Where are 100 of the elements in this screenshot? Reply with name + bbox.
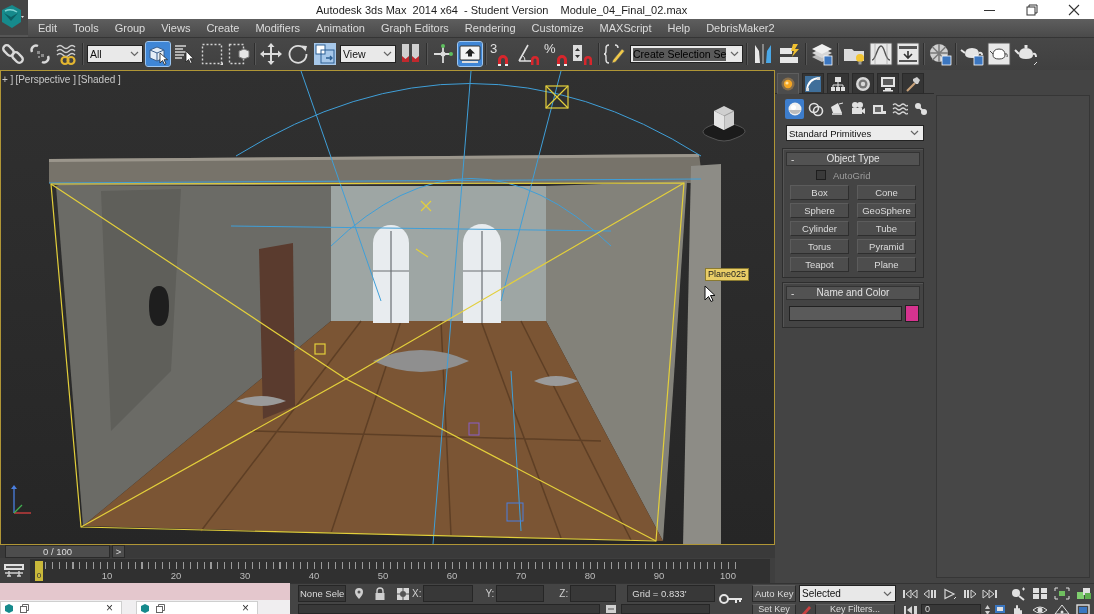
primitive-button[interactable]: Tube (857, 221, 916, 236)
snap-toggle[interactable]: 3 (490, 42, 514, 66)
primitive-button[interactable]: Pyramid (857, 239, 916, 254)
go-to-end-icon[interactable] (982, 587, 998, 600)
viewport-label[interactable]: [Perspective ] (15, 74, 76, 86)
key-mode-dropdown[interactable]: Selected (799, 585, 896, 602)
primitive-button[interactable]: Sphere (790, 203, 849, 218)
primitive-button[interactable]: GeoSphere (857, 203, 916, 218)
key-filters-button[interactable]: Key Filters... (815, 604, 895, 614)
menu-item[interactable]: Animation (316, 21, 365, 35)
menu-item[interactable]: DebrisMaker2 (706, 21, 775, 35)
key-icon[interactable] (719, 593, 743, 605)
menu-item[interactable]: Graph Editors (380, 21, 449, 35)
panel-tab[interactable] (802, 73, 824, 94)
coordinate-field[interactable] (570, 585, 617, 602)
collapse-toggle[interactable]: - (787, 153, 801, 165)
name-field[interactable] (789, 306, 902, 321)
viewport-label[interactable]: [Shaded ] (78, 74, 121, 86)
spinner-icon[interactable] (984, 604, 991, 614)
current-frame-marker[interactable]: 0 (35, 560, 43, 581)
panel-tab[interactable] (877, 73, 899, 94)
snap-toggle[interactable]: % (544, 42, 568, 66)
time-tag-field[interactable] (621, 604, 710, 614)
layers-icon[interactable] (810, 42, 835, 66)
wave-chain-icon[interactable] (55, 42, 79, 66)
close-icon[interactable] (1066, 3, 1082, 16)
rotate-icon[interactable] (286, 42, 310, 66)
selection-filter-dropdown[interactable]: All (87, 45, 143, 63)
primitive-button[interactable]: Teapot (790, 257, 849, 272)
panel-tab[interactable] (902, 73, 924, 94)
download-panel-icon[interactable] (896, 42, 921, 66)
menu-item[interactable]: Tools (72, 21, 99, 35)
triangle-icon[interactable] (1054, 604, 1070, 614)
close-button[interactable]: × (242, 602, 249, 614)
zoom-icon[interactable] (1010, 586, 1026, 601)
menu-item[interactable]: Rendering (464, 21, 516, 35)
teapot-icon[interactable] (1014, 42, 1039, 66)
checkbox[interactable] (816, 170, 826, 180)
go-to-start-icon[interactable] (902, 587, 918, 600)
pin-icon[interactable] (354, 587, 364, 600)
lock-icon[interactable] (374, 587, 386, 600)
viewport[interactable]: + ] [Perspective ] [Shaded ] Plane025 (0, 70, 775, 545)
primitive-button[interactable]: Cylinder (790, 221, 849, 236)
auto-key-button[interactable]: Auto Key (752, 585, 796, 602)
screen-icon[interactable] (994, 604, 1006, 614)
set-key-button[interactable]: Set Key (752, 604, 796, 614)
zoom-extents-icon[interactable] (1054, 587, 1070, 600)
move-icon[interactable] (259, 42, 283, 66)
panel-tab[interactable] (827, 73, 849, 94)
four-squares-icon[interactable] (1032, 587, 1048, 600)
close-button[interactable]: × (106, 602, 113, 614)
primitive-button[interactable]: Box (790, 185, 849, 200)
category-button[interactable] (785, 99, 804, 119)
object-class-dropdown[interactable]: Standard Primitives (786, 125, 924, 141)
window-thumbnail[interactable]: × (136, 601, 258, 614)
braces-pencil-icon[interactable] (603, 42, 627, 66)
panel-tab[interactable] (852, 73, 874, 94)
step-back-icon[interactable] (903, 604, 918, 614)
coordinate-field[interactable] (496, 585, 545, 602)
teapot-frame-icon[interactable] (987, 42, 1012, 66)
slider-box-icon[interactable] (3, 562, 25, 579)
time-slider-thumb[interactable]: 0 / 100 (5, 545, 110, 558)
color-swatch[interactable] (905, 305, 919, 322)
frame-field[interactable]: 0 (921, 604, 981, 614)
spinner-magnet-icon[interactable] (571, 42, 595, 66)
play-icon[interactable] (942, 587, 958, 600)
next-frame-button[interactable]: > (112, 545, 125, 558)
curve-graph-icon[interactable] (869, 42, 894, 66)
primitive-button[interactable]: Plane (857, 257, 916, 272)
restore-icon[interactable] (1024, 3, 1040, 16)
stacked-squares-icon[interactable] (1076, 587, 1092, 600)
dashed-rectangle-icon[interactable] (200, 42, 224, 66)
menu-item[interactable]: MAXScript (599, 21, 652, 35)
checker-sphere-icon[interactable] (928, 42, 953, 66)
menu-item[interactable]: Group (114, 21, 146, 35)
dashed-rectangle-cube-icon[interactable] (227, 42, 251, 66)
collapse-toggle[interactable]: - (787, 287, 801, 299)
eye-icon[interactable] (1032, 604, 1048, 614)
primitive-button[interactable]: Torus (790, 239, 849, 254)
viewport-label[interactable]: + ] (2, 74, 14, 86)
previous-frame-icon[interactable] (922, 587, 938, 600)
resize-squares-icon[interactable] (313, 42, 337, 66)
angle-magnet-icon[interactable] (517, 42, 541, 66)
menu-item[interactable]: Views (161, 21, 191, 35)
cube-cursor-icon[interactable] (146, 42, 170, 66)
window-thumbnail[interactable]: × (0, 601, 122, 614)
crosshair-icon[interactable] (431, 42, 455, 66)
link-icon[interactable] (1, 42, 25, 66)
coordinate-system-dropdown[interactable]: View (340, 45, 396, 63)
list-cursor-icon[interactable] (173, 42, 197, 66)
timeline-ruler[interactable]: 0 10 20 30 40 50 60 70 80 90 100 (30, 558, 770, 583)
menu-item[interactable]: Customize (531, 21, 584, 35)
primitive-button[interactable]: Cone (857, 185, 916, 200)
maximize-icon[interactable] (1076, 604, 1092, 614)
menu-item[interactable]: Edit (38, 21, 57, 35)
menu-item[interactable]: Create (206, 21, 240, 35)
broken-chain-icon[interactable] (28, 42, 52, 66)
next-frame-icon[interactable] (962, 587, 978, 600)
target-icon[interactable] (396, 586, 410, 601)
menu-item[interactable]: Modifiers (255, 21, 301, 35)
